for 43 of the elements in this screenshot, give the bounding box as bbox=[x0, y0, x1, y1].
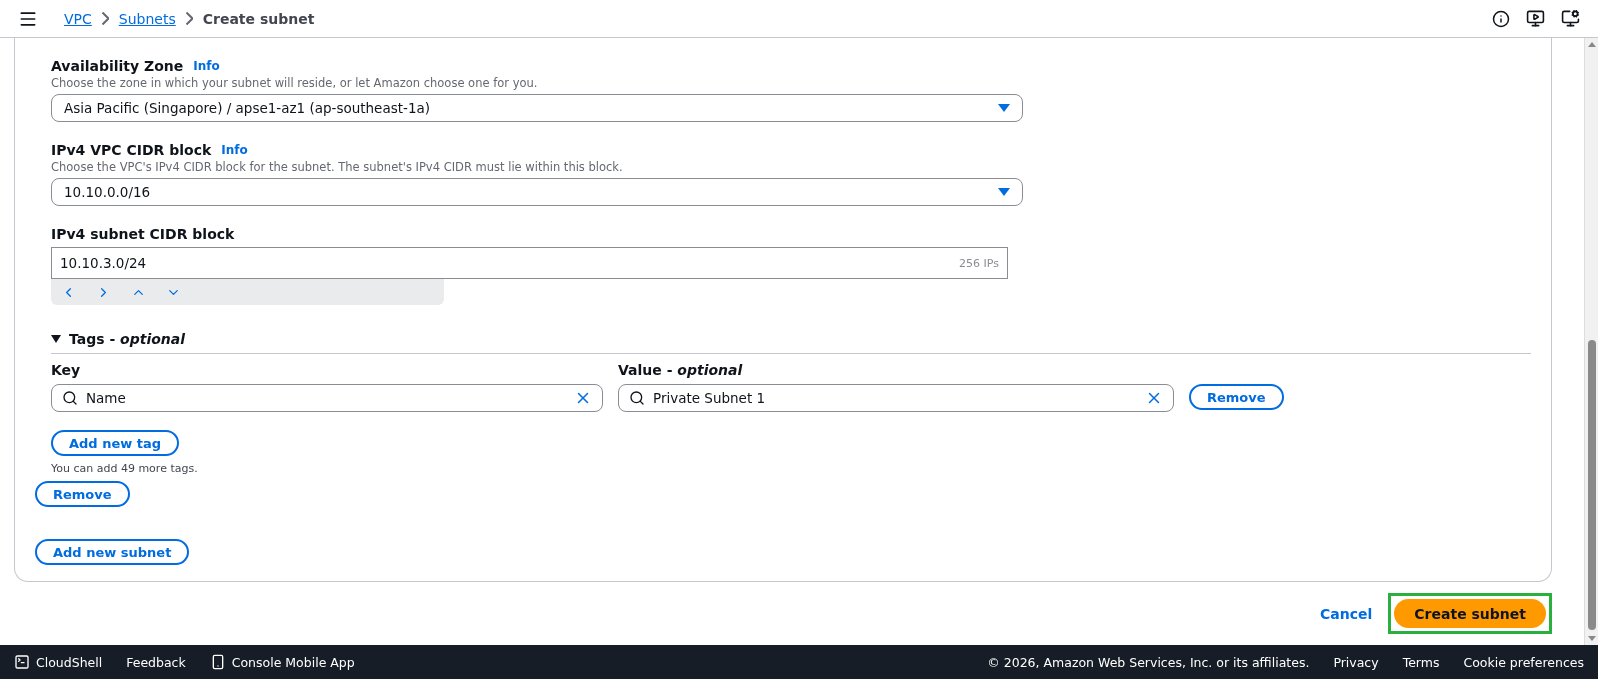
search-icon bbox=[629, 390, 645, 406]
input-field[interactable]: Private Subnet 1 bbox=[618, 384, 1174, 412]
column-label: Key bbox=[51, 362, 82, 378]
footer-link[interactable]: Privacy bbox=[1333, 654, 1379, 670]
select-field[interactable]: Asia Pacific (Singapore) / apse1-az1 (ap-southeast-1a) bbox=[51, 94, 1023, 122]
field-label: IPv4 VPC CIDR block bbox=[51, 142, 212, 158]
monitor-icon[interactable] bbox=[1526, 9, 1545, 28]
add-tag-button[interactable]: Add new tag bbox=[51, 430, 180, 456]
select-field[interactable]: 10.10.0.0/16 bbox=[51, 178, 1023, 206]
page-title: Create subnet bbox=[202, 10, 315, 27]
field-label: IPv4 subnet CIDR block bbox=[51, 226, 235, 242]
create-subnet-button[interactable]: Create subnet bbox=[1394, 599, 1546, 628]
column-label: Value - optional bbox=[618, 362, 744, 378]
input-field[interactable]: 10.10.3.0/24 256 IPs bbox=[51, 247, 1008, 279]
search-icon bbox=[62, 390, 78, 406]
add-subnet-button[interactable]: Add new subnet bbox=[35, 539, 190, 565]
cancel-link[interactable]: Cancel bbox=[1320, 605, 1373, 622]
footer-link[interactable]: Terms bbox=[1402, 654, 1440, 670]
field-label: Availability Zone bbox=[51, 58, 184, 74]
hint-text: You can add 49 more tags. bbox=[51, 462, 199, 475]
scroll-up-icon[interactable] bbox=[1587, 42, 1596, 47]
breadcrumb-link[interactable]: Subnets bbox=[118, 10, 176, 27]
cloudshell-link[interactable]: CloudShell bbox=[14, 654, 103, 670]
scrollbar-thumb[interactable] bbox=[1587, 340, 1596, 630]
monitor-gear-icon[interactable] bbox=[1561, 9, 1580, 28]
info-link[interactable]: Info bbox=[221, 143, 248, 157]
terminal-icon bbox=[14, 654, 30, 670]
field-description: Choose the zone in which your subnet will reside, or let Amazon choose one for you. bbox=[51, 76, 539, 90]
field-description: Choose the VPC's IPv4 CIDR block for the subnet. The subnet's IPv4 CIDR must lie within this block. bbox=[51, 160, 624, 174]
breadcrumb-link[interactable]: VPC bbox=[64, 10, 92, 27]
caret-icon[interactable] bbox=[51, 335, 61, 343]
section-title[interactable]: Tags - optional bbox=[69, 331, 186, 347]
input-field[interactable]: Name bbox=[51, 384, 603, 412]
chevron-right-icon bbox=[185, 12, 193, 25]
copyright-text: © 2026, Amazon Web Services, Inc. or its affiliates. bbox=[987, 654, 1310, 670]
footer-link[interactable]: Cookie preferences bbox=[1463, 654, 1584, 670]
remove-button[interactable]: Remove bbox=[1189, 384, 1284, 410]
info-icon[interactable] bbox=[1492, 9, 1510, 28]
remove-button[interactable]: Remove bbox=[35, 481, 130, 507]
feedback-link[interactable]: Feedback bbox=[126, 654, 186, 670]
chevron-right-icon bbox=[101, 12, 109, 25]
info-link[interactable]: Info bbox=[193, 59, 220, 73]
mobile-app-link[interactable]: Console Mobile App bbox=[209, 654, 355, 670]
